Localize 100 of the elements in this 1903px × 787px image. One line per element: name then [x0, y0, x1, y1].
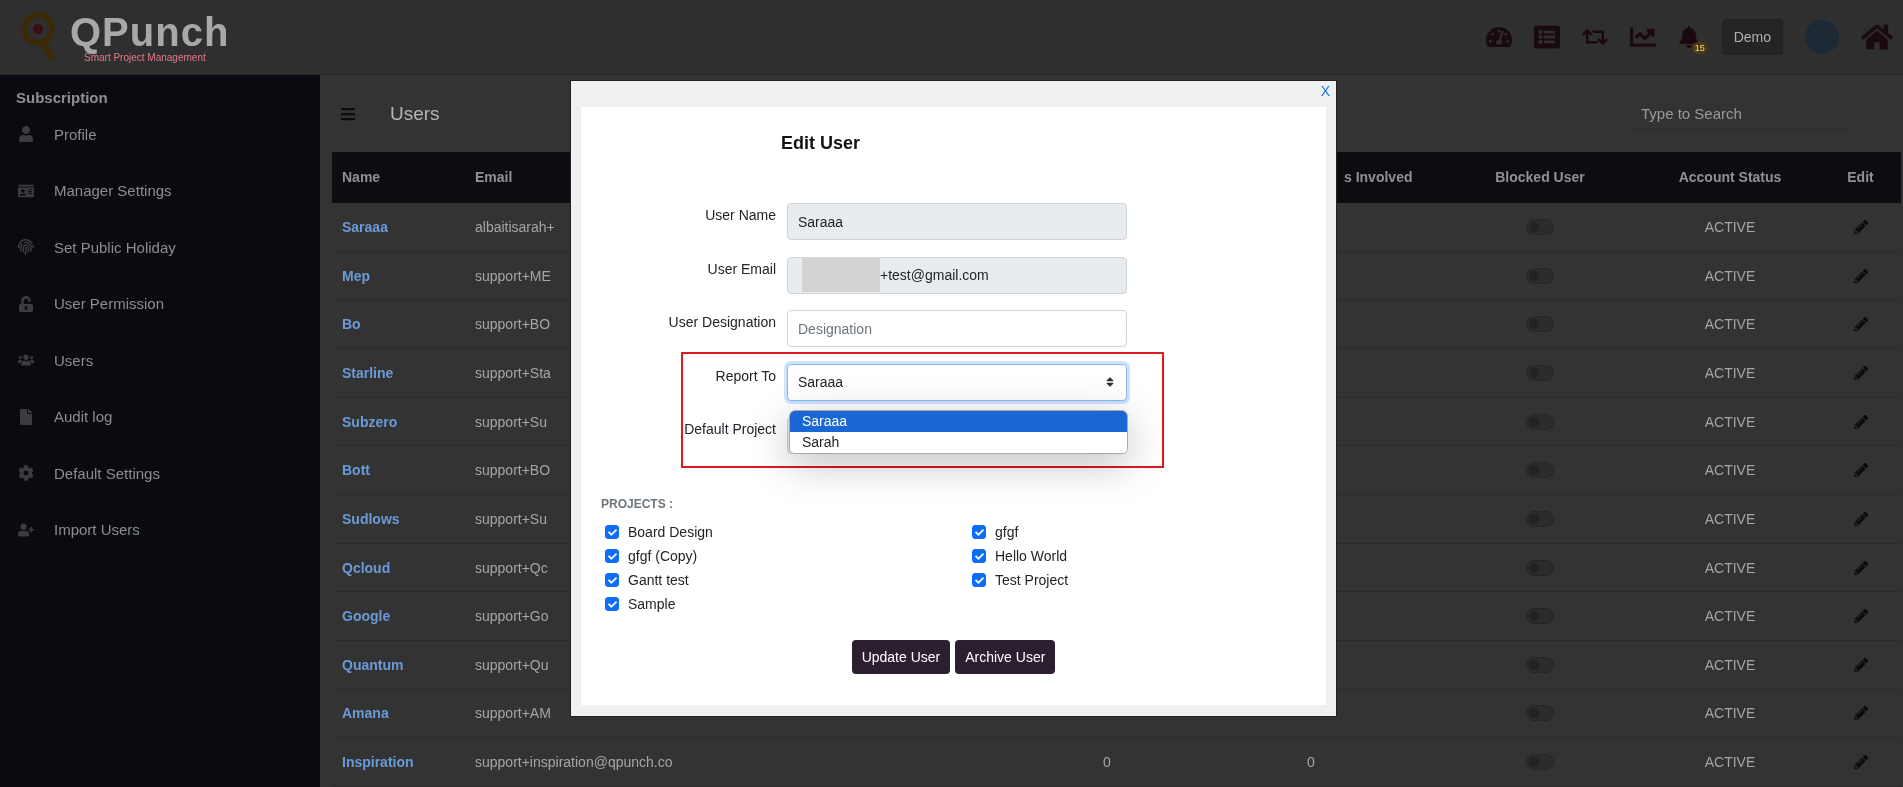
sidebar-item[interactable]: Manager Settings [54, 182, 172, 200]
select-field[interactable]: Saraaa [787, 363, 1127, 401]
sidebar-item-icon [18, 239, 34, 256]
status-cell-text: ACTIVE [1703, 705, 1757, 722]
notification-badge: 15 [1691, 42, 1708, 54]
email-cell: support+inspiration@qpunch.co [475, 754, 673, 771]
pencil-icon[interactable] [1853, 414, 1868, 429]
pencil-icon[interactable] [1853, 560, 1868, 575]
column-header: Email [475, 169, 514, 186]
sidebar-item-icon [18, 352, 34, 369]
checkbox[interactable] [972, 549, 986, 563]
email-cell: support+BO [475, 316, 551, 333]
user-name-link[interactable]: Qcloud [332, 559, 475, 576]
checkbox-label: Sample [628, 596, 676, 612]
table-cell-text: 0 [1102, 754, 1112, 771]
sidebar-item[interactable]: Set Public Holiday [54, 238, 176, 256]
email-cell: support+Go [475, 608, 549, 625]
user-name-link[interactable]: Saraaa [332, 218, 475, 235]
email-cell: support+Qc [475, 559, 548, 576]
action-button[interactable]: Update User [851, 639, 951, 674]
checkbox-label: Test Project [995, 572, 1069, 588]
sidebar-item[interactable]: Default Settings [54, 464, 160, 482]
email-cell: support+Sta [475, 364, 551, 381]
sidebar-item[interactable]: Import Users [54, 521, 140, 539]
sidebar-item[interactable]: Profile [54, 125, 97, 143]
email-cell: support+AM [475, 705, 551, 722]
checkbox-label: Gantt test [628, 572, 689, 588]
checkbox-label: gfgf (Copy) [628, 548, 698, 564]
email-cell: support+ME [475, 267, 551, 284]
table-cell-text: 0 [1306, 754, 1316, 771]
user-name-link[interactable]: Mep [332, 267, 475, 284]
status-cell-text: ACTIVE [1703, 608, 1757, 625]
pencil-icon[interactable] [1853, 365, 1868, 380]
pencil-icon[interactable] [1853, 706, 1868, 721]
user-name-link[interactable]: Inspiration [332, 754, 475, 771]
user-name-link[interactable]: Bott [332, 462, 475, 479]
column-header: Blocked User [1494, 169, 1586, 186]
pencil-icon[interactable] [1853, 657, 1868, 672]
checkbox[interactable] [605, 573, 619, 587]
column-header: Edit [1846, 169, 1875, 186]
user-name-link[interactable]: Bo [332, 316, 475, 333]
column-header: Account Status [1677, 169, 1783, 186]
chart-line-icon[interactable] [1629, 24, 1656, 50]
dashboard-icon[interactable] [1485, 24, 1512, 50]
sidebar-item-icon [18, 182, 34, 199]
column-header: Name [341, 169, 382, 186]
sidebar-item-icon [18, 295, 34, 312]
close-link[interactable]: X [1320, 83, 1330, 99]
user-name-link[interactable]: Google [332, 608, 475, 625]
menu-icon[interactable] [340, 105, 356, 122]
field-label: User Email [706, 259, 776, 279]
action-button[interactable]: Archive User [955, 639, 1056, 674]
checkbox[interactable] [605, 549, 619, 563]
field-label: Report To [714, 366, 776, 386]
dropdown-option[interactable]: Sarah [790, 432, 1127, 453]
sidebar-item[interactable]: Audit log [54, 408, 113, 426]
user-name-link[interactable]: Sudlows [332, 510, 475, 527]
checkbox-label: Hello World [995, 548, 1068, 564]
pencil-icon[interactable] [1853, 755, 1868, 770]
user-name-link[interactable]: Amana [332, 705, 475, 722]
checkbox[interactable] [605, 597, 619, 611]
status-cell-text: ACTIVE [1703, 510, 1757, 527]
dropdown-option[interactable]: Saraaa [790, 411, 1127, 432]
sidebar-item[interactable]: Users [54, 351, 94, 369]
input-field[interactable]: +test@gmail.com [787, 256, 1127, 294]
sidebar-title: Subscription [15, 89, 109, 106]
sidebar-item[interactable]: User Permission [54, 295, 165, 313]
checkbox[interactable] [605, 525, 619, 539]
email-cell: support+Qu [475, 656, 549, 673]
list-icon[interactable] [1533, 24, 1560, 50]
user-name-link[interactable]: Starline [332, 364, 475, 381]
field-label: Default Project [683, 420, 776, 439]
email-cell: albaitisarah+ [475, 218, 555, 235]
status-cell-text: ACTIVE [1703, 462, 1757, 479]
status-cell-text: ACTIVE [1703, 267, 1757, 284]
pencil-icon[interactable] [1853, 268, 1868, 283]
status-cell-text: ACTIVE [1703, 559, 1757, 576]
pencil-icon[interactable] [1853, 609, 1868, 624]
checkbox[interactable] [972, 573, 986, 587]
status-cell-text: ACTIVE [1703, 413, 1757, 430]
logo-title: QPunch [70, 11, 230, 52]
user-name-link[interactable]: Subzero [332, 413, 475, 430]
sidebar-item-icon [18, 521, 34, 538]
modal-title: Edit User [781, 132, 862, 155]
user-button[interactable]: Demo [1721, 19, 1783, 55]
checkbox[interactable] [972, 525, 986, 539]
email-cell: support+BO [475, 462, 551, 479]
input-field[interactable]: Designation [787, 310, 1127, 347]
pencil-icon[interactable] [1853, 317, 1868, 332]
page-title: Users [390, 102, 440, 125]
pencil-icon[interactable] [1853, 511, 1868, 526]
user-name-link[interactable]: Quantum [332, 656, 475, 673]
status-cell-text: ACTIVE [1703, 316, 1757, 333]
sidebar-item-icon [18, 408, 34, 425]
search-field[interactable]: Type to Search [1631, 97, 1851, 131]
input-field[interactable]: Saraaa [787, 203, 1127, 240]
status-cell-text: ACTIVE [1703, 754, 1757, 771]
email-cell: support+Su [475, 510, 547, 527]
pencil-icon[interactable] [1853, 463, 1868, 478]
pencil-icon[interactable] [1853, 219, 1868, 234]
